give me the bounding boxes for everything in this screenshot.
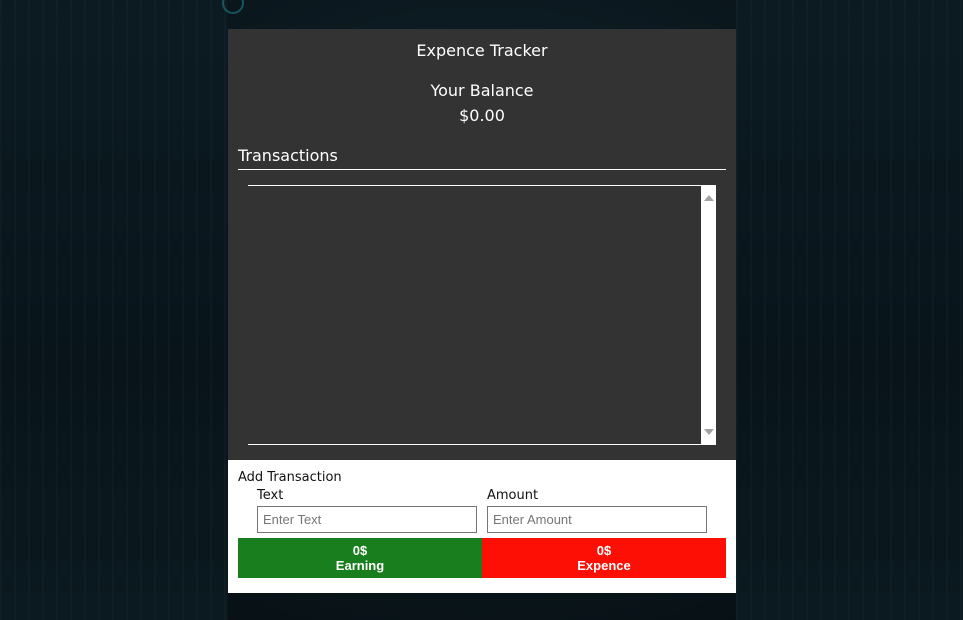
amount-field-label: Amount (487, 488, 539, 503)
balance-value: $0.00 (459, 106, 505, 125)
transactions-heading: Transactions (238, 146, 338, 165)
add-earning-button[interactable]: 0$ Earning (238, 538, 482, 578)
add-expense-button[interactable]: 0$ Expence (482, 538, 726, 578)
transactions-scrollbar[interactable] (701, 186, 716, 444)
earning-label: Earning (335, 558, 385, 573)
text-input[interactable] (257, 506, 477, 533)
balance-label: Your Balance (430, 81, 534, 100)
amount-input[interactable] (487, 506, 707, 533)
scroll-up-arrow-icon[interactable] (704, 195, 714, 201)
transactions-list[interactable] (248, 185, 716, 445)
scroll-down-arrow-icon[interactable] (704, 429, 714, 435)
earning-amount: 0$ (352, 543, 368, 558)
background-left (0, 0, 228, 620)
add-transaction-form: Add Transaction Text Amount 0$ Earning 0… (228, 460, 736, 593)
app-title: Expence Tracker (416, 41, 548, 60)
transactions-divider (238, 169, 726, 170)
text-field-label: Text (257, 488, 284, 503)
expense-tracker-panel: Expence Tracker Your Balance $0.00 Trans… (228, 29, 736, 593)
add-transaction-title: Add Transaction (238, 470, 342, 485)
background-right (736, 0, 963, 620)
expense-label: Expence (577, 558, 631, 573)
expense-amount: 0$ (596, 543, 612, 558)
